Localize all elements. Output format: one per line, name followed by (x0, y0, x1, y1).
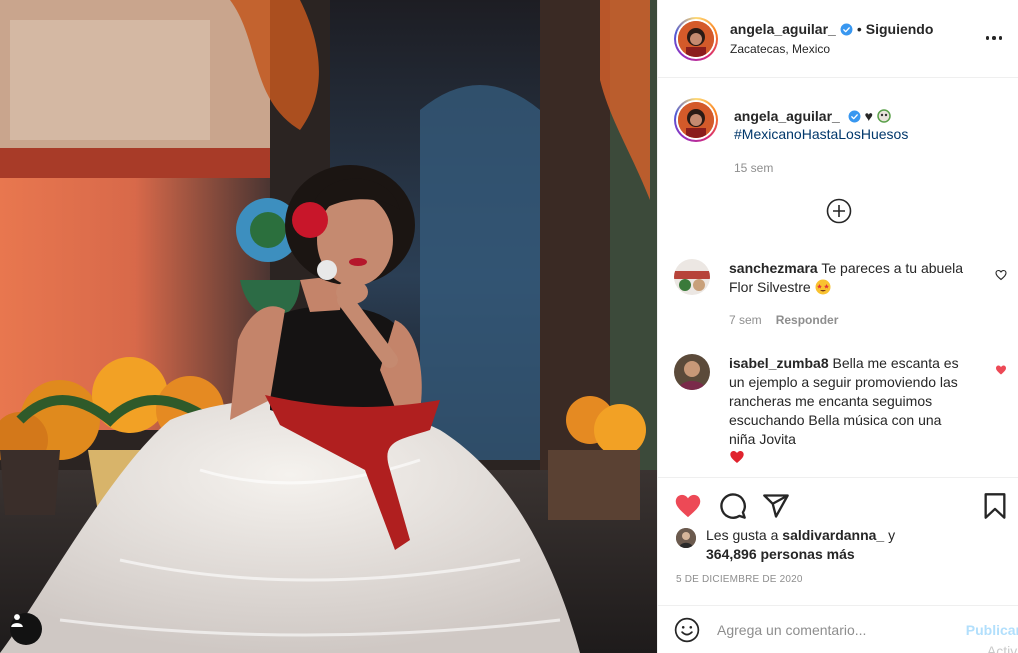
author-avatar-image (678, 20, 714, 57)
heart-filled-icon[interactable] (995, 364, 1007, 376)
bookmark-icon[interactable] (981, 492, 1009, 520)
skull-flower-emoji-icon (877, 109, 891, 123)
photo-illustration (0, 0, 657, 653)
likes-prefix: Les gusta a (706, 527, 779, 543)
commenter-avatar-image (674, 354, 710, 390)
comment-item: isabel_zumba8 Bella me escanta es un eje… (674, 354, 1007, 470)
comment-time[interactable]: 7 sem (729, 311, 762, 330)
load-more-icon (826, 198, 851, 224)
add-comment-form: Publicar Activa (658, 605, 1018, 653)
caption-username[interactable]: angela_aguilar_ (734, 108, 840, 124)
emoji-icon[interactable] (674, 617, 700, 643)
heart-filled-icon[interactable] (674, 492, 702, 520)
load-more-comments-button[interactable] (658, 198, 1018, 224)
separator-dot: • (856, 21, 862, 37)
share-icon[interactable] (762, 492, 790, 520)
comment-icon[interactable] (719, 492, 747, 520)
likes-count[interactable]: 364,896 personas más (706, 546, 855, 562)
follow-status-button[interactable]: Siguiendo (866, 21, 934, 37)
caption-hashtag[interactable]: #MexicanoHastaLosHuesos (734, 126, 908, 142)
heart-outline-icon[interactable] (995, 269, 1007, 281)
liker-avatar[interactable] (676, 528, 696, 548)
first-liker-username[interactable]: saldivardanna_ (782, 527, 884, 543)
comment-username[interactable]: sanchezmara (729, 260, 818, 276)
star-struck-emoji-icon (815, 279, 831, 295)
caption-avatar-image (678, 102, 714, 138)
commenter-avatar[interactable] (674, 354, 710, 390)
post-side-panel: angela_aguilar_ • Siguiendo Zacatecas, M… (657, 0, 1018, 653)
post-date[interactable]: 5 DE DICIEMBRE DE 2020 (676, 574, 803, 585)
author-avatar[interactable] (674, 16, 718, 61)
comment-item: sanchezmara Te pareces a tu abuela Flor … (674, 259, 1007, 330)
activation-watermark: Activa (986, 643, 1018, 653)
caption-time[interactable]: 15 sem (734, 159, 908, 177)
comment-input[interactable] (717, 621, 927, 638)
publish-button[interactable]: Publicar (966, 622, 1018, 638)
tag-user-icon (11, 614, 23, 627)
likes-summary: Les gusta a saldivardanna_ y 364,896 per… (676, 526, 895, 564)
post-photo[interactable] (0, 0, 657, 653)
liker-avatar-image (676, 528, 696, 548)
verified-badge-icon (848, 110, 861, 123)
post-location[interactable]: Zacatecas, Mexico (730, 42, 933, 56)
tag-user-button[interactable] (10, 613, 42, 645)
more-options-icon[interactable] (982, 28, 1006, 48)
verified-badge-icon (840, 23, 853, 35)
author-username[interactable]: angela_aguilar_ (730, 21, 836, 37)
post-caption: angela_aguilar_ ♥︎ #MexicanoHastaLosHues… (658, 78, 1018, 184)
reply-button[interactable]: Responder (776, 311, 839, 330)
red-heart-emoji-icon (730, 451, 744, 463)
comment-username[interactable]: isabel_zumba8 (729, 355, 829, 371)
caption-text-prefix: ♥︎ (864, 108, 873, 124)
likes-connector: y (888, 527, 896, 543)
commenter-avatar-image (674, 259, 710, 295)
post-header: angela_aguilar_ • Siguiendo Zacatecas, M… (658, 0, 1018, 78)
caption-author-avatar[interactable] (674, 98, 718, 142)
instagram-post-view: angela_aguilar_ • Siguiendo Zacatecas, M… (0, 0, 1018, 653)
commenter-avatar[interactable] (674, 259, 710, 295)
